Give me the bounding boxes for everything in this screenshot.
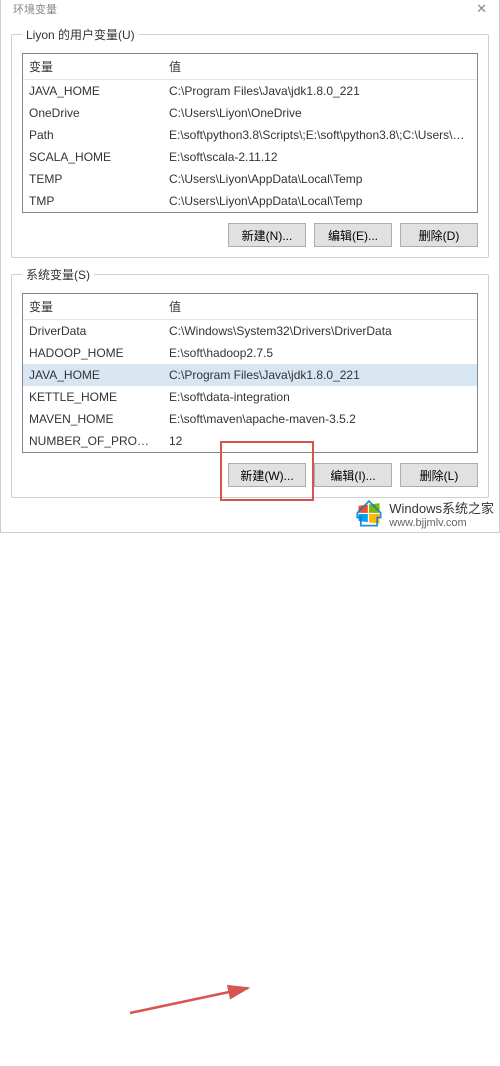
cell-value: E:\soft\maven\apache-maven-3.5.2 [163,408,477,430]
cell-variable: MAVEN_HOME [23,408,163,430]
cell-variable: OneDrive [23,102,163,124]
table-row[interactable]: OneDriveC:\Users\Liyon\OneDrive [23,102,477,124]
user-delete-button[interactable]: 删除(D) [400,223,478,247]
cell-variable: KETTLE_HOME [23,386,163,408]
table-row[interactable]: NUMBER_OF_PROCESSORS12 [23,430,477,452]
sys-vars-table-container[interactable]: 变量 值 DriverDataC:\Windows\System32\Drive… [22,293,478,453]
watermark: Windows系统之家 www.bjjmlv.com [355,498,494,529]
cell-variable: NUMBER_OF_PROCESSORS [23,430,163,452]
cell-value: C:\Users\Liyon\AppData\Local\Temp [163,168,477,190]
cell-value: 12 [163,430,477,452]
sys-delete-button[interactable]: 删除(L) [400,463,478,487]
cell-value: C:\Windows\System32\Drivers\DriverData [163,320,477,343]
titlebar: 环境变量 ✕ [11,0,489,18]
window-title: 环境变量 [13,1,57,17]
cell-variable: JAVA_HOME [23,364,163,386]
col-header-value[interactable]: 值 [163,54,477,80]
table-row[interactable]: DriverDataC:\Windows\System32\Drivers\Dr… [23,320,477,343]
table-row[interactable]: JAVA_HOMEC:\Program Files\Java\jdk1.8.0_… [23,80,477,103]
cell-variable: DriverData [23,320,163,343]
table-row[interactable]: OSWindows_NT [23,452,477,453]
windows-logo-icon [355,500,383,528]
annotation-arrow [0,533,500,1066]
cell-value: E:\soft\scala-2.11.12 [163,146,477,168]
sys-new-button[interactable]: 新建(W)... [228,463,306,487]
user-new-button[interactable]: 新建(N)... [228,223,306,247]
cell-value: Windows_NT [163,452,477,453]
table-row[interactable]: PathE:\soft\python3.8\Scripts\;E:\soft\p… [23,124,477,146]
user-vars-legend: Liyon 的用户变量(U) [22,26,139,43]
watermark-title: Windows系统之家 [389,498,494,517]
user-vars-table-container[interactable]: 变量 值 JAVA_HOMEC:\Program Files\Java\jdk1… [22,53,478,213]
cell-variable: OS [23,452,163,453]
cell-variable: TMP [23,190,163,212]
table-row[interactable]: HADOOP_HOMEE:\soft\hadoop2.7.5 [23,342,477,364]
table-row[interactable]: KETTLE_HOMEE:\soft\data-integration [23,386,477,408]
cell-value: E:\soft\data-integration [163,386,477,408]
user-buttons: 新建(N)... 编辑(E)... 删除(D) [22,223,478,247]
sys-edit-button[interactable]: 编辑(I)... [314,463,392,487]
cell-variable: HADOOP_HOME [23,342,163,364]
table-row[interactable]: SCALA_HOMEE:\soft\scala-2.11.12 [23,146,477,168]
table-row[interactable]: TMPC:\Users\Liyon\AppData\Local\Temp [23,190,477,212]
user-edit-button[interactable]: 编辑(E)... [314,223,392,247]
sys-vars-legend: 系统变量(S) [22,266,94,283]
user-vars-table: 变量 值 JAVA_HOMEC:\Program Files\Java\jdk1… [23,54,477,212]
table-row[interactable]: JAVA_HOMEC:\Program Files\Java\jdk1.8.0_… [23,364,477,386]
sys-buttons: 新建(W)... 编辑(I)... 删除(L) [22,463,478,487]
sys-vars-group: 系统变量(S) 变量 值 DriverDataC:\Windows\System… [11,266,489,498]
cell-value: C:\Users\Liyon\AppData\Local\Temp [163,190,477,212]
cell-value: C:\Program Files\Java\jdk1.8.0_221 [163,80,477,103]
cell-variable: SCALA_HOME [23,146,163,168]
cell-value: C:\Program Files\Java\jdk1.8.0_221 [163,364,477,386]
col-header-value[interactable]: 值 [163,294,477,320]
cell-variable: JAVA_HOME [23,80,163,103]
cell-variable: TEMP [23,168,163,190]
close-icon[interactable]: ✕ [476,1,487,17]
col-header-variable[interactable]: 变量 [23,294,163,320]
cell-value: E:\soft\python3.8\Scripts\;E:\soft\pytho… [163,124,477,146]
env-vars-dialog: 环境变量 ✕ Liyon 的用户变量(U) 变量 值 JAVA_HOMEC:\P… [0,0,500,533]
cell-value: E:\soft\hadoop2.7.5 [163,342,477,364]
user-vars-group: Liyon 的用户变量(U) 变量 值 JAVA_HOMEC:\Program … [11,26,489,258]
table-row[interactable]: MAVEN_HOMEE:\soft\maven\apache-maven-3.5… [23,408,477,430]
sys-vars-table: 变量 值 DriverDataC:\Windows\System32\Drive… [23,294,477,453]
watermark-url: www.bjjmlv.com [389,517,494,529]
cell-variable: Path [23,124,163,146]
col-header-variable[interactable]: 变量 [23,54,163,80]
cell-value: C:\Users\Liyon\OneDrive [163,102,477,124]
table-row[interactable]: TEMPC:\Users\Liyon\AppData\Local\Temp [23,168,477,190]
